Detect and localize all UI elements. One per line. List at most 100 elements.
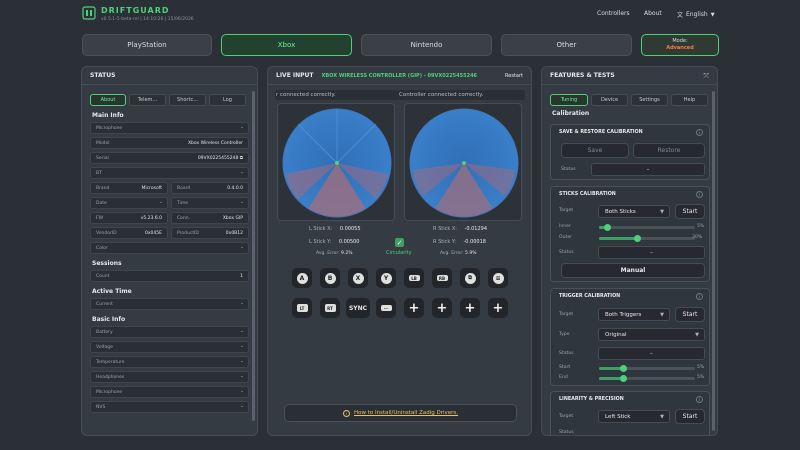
nav-controllers[interactable]: Controllers (597, 10, 630, 17)
field-color: Color – (90, 242, 249, 254)
field-voltage: Voltage – (90, 341, 249, 353)
calibration-heading: Calibration (552, 110, 590, 117)
top-bar: DRIFTGUARD v0.5.1-5-beta-rel | 14:10:26 … (0, 0, 800, 30)
tab-shortcuts[interactable]: Shortc... (169, 94, 206, 106)
save-button[interactable]: Save (561, 143, 629, 158)
right-stick-y-readout: R Stick Y: -0.00018 (433, 239, 486, 245)
manual-button[interactable]: Manual (561, 263, 705, 278)
sessions-heading: Sessions (92, 260, 122, 267)
mode-toggle-button[interactable]: Mode: Advanced (641, 34, 719, 56)
trigger-end-label: End (559, 375, 568, 380)
main-info-heading: Main Info (92, 112, 124, 119)
sticks-status-label: Status (559, 250, 574, 255)
left-stick-x-readout: L Stick X: 0.00055 (309, 226, 361, 232)
linearity-card: LINEARITY & PRECISION i Target Left Stic… (550, 391, 710, 435)
chevron-down-icon: ▼ (710, 11, 715, 18)
tab-settings[interactable]: Settings (631, 94, 668, 106)
tab-help[interactable]: Help (671, 94, 708, 106)
button-x: X (348, 268, 368, 288)
field-microphone-basic: Microphone – (90, 386, 249, 398)
platform-other[interactable]: Other (501, 34, 632, 56)
outer-deadzone-label: Outer (559, 235, 573, 240)
left-avg-error: Avg. Error: 9.2% (316, 251, 353, 256)
inner-deadzone-value: 5% (697, 224, 705, 229)
field-headphones: Headphones – (90, 371, 249, 383)
button-y: Y (376, 268, 396, 288)
zadig-help-link[interactable]: i How to Install/Uninstall Zadig Drivers… (284, 404, 517, 422)
platform-xbox[interactable]: Xbox (221, 34, 352, 56)
field-date: Date – (90, 197, 168, 209)
active-time-heading: Active Time (92, 288, 132, 295)
tab-log[interactable]: Log (209, 94, 246, 106)
tab-device[interactable]: Device (591, 94, 628, 106)
left-stick-plot (282, 108, 392, 218)
info-icon[interactable]: i (696, 191, 703, 198)
field-time: Time – (171, 197, 249, 209)
tab-about[interactable]: About (90, 94, 126, 106)
trigger-type-label: Type (559, 332, 570, 337)
button-lb: LB (404, 268, 424, 288)
trigger-status-label: Status (559, 351, 574, 356)
right-stick-visualizer (404, 103, 522, 221)
trigger-type-select[interactable]: Original ▼ (598, 328, 705, 341)
field-brand: Brand Microsoft (90, 182, 168, 194)
trigger-target-select[interactable]: Both Triggers ▼ (598, 308, 670, 321)
button-lt: LT (292, 298, 312, 318)
outer-deadzone-slider[interactable] (599, 235, 695, 242)
field-vendorid: VendorID 0x045E (90, 227, 168, 239)
circularity-checkbox[interactable]: ✓ (395, 238, 404, 247)
dpad-down-icon: + (432, 298, 452, 318)
field-sessions-count: Count 1 (90, 270, 249, 282)
tab-tuning[interactable]: Tuning (550, 94, 588, 106)
tab-telemetry[interactable]: Telem... (129, 94, 166, 106)
live-input-title: LIVE INPUT (276, 72, 314, 79)
trigger-start-slider[interactable] (599, 365, 695, 372)
dpad-right-icon: + (488, 298, 508, 318)
features-scrollbar[interactable] (712, 91, 715, 431)
inner-deadzone-label: Inner (559, 224, 571, 229)
chevron-down-icon: ▼ (660, 413, 664, 420)
save-restore-title: SAVE & RESTORE CALIBRATION (559, 130, 643, 135)
trigger-end-slider[interactable] (599, 375, 695, 382)
nav-about[interactable]: About (644, 10, 662, 17)
inner-deadzone-slider[interactable] (599, 224, 695, 231)
platform-nintendo[interactable]: Nintendo (361, 34, 492, 56)
field-battery: Battery – (90, 326, 249, 338)
sticks-start-button[interactable]: Start (675, 204, 705, 219)
app-brand: DRIFTGUARD (101, 6, 170, 15)
field-productid: ProductID 0x0B12 (171, 227, 249, 239)
field-model: Model Xbox Wireless Controller (90, 137, 249, 149)
help-link-text: How to Install/Uninstall Zadig Drivers. (353, 410, 459, 416)
field-fw: FW v5.23.6.0 (90, 212, 168, 224)
restart-button[interactable]: Restart (505, 73, 523, 79)
info-icon[interactable]: i (696, 129, 703, 136)
sticks-target-select[interactable]: Both Sticks ▼ (598, 205, 670, 218)
linearity-target-select[interactable]: Left Stick ▼ (598, 410, 670, 423)
live-input-header: LIVE INPUT XBOX WIRELESS CONTROLLER (GIP… (268, 67, 531, 85)
dpad-left-icon: + (460, 298, 480, 318)
info-icon[interactable]: i (696, 396, 703, 403)
button-a: A (292, 268, 312, 288)
chevron-down-icon: ▼ (660, 311, 664, 318)
status-panel: STATUS About Telem... Shortc... Log Main… (81, 66, 258, 436)
language-select[interactable]: 文 English ▼ (677, 10, 715, 19)
copy-icon[interactable]: ⧉ (240, 156, 243, 161)
platform-playstation[interactable]: PlayStation (82, 34, 212, 56)
translate-icon: 文 (677, 12, 684, 19)
trigger-calibration-card: TRIGGER CALIBRATION i Target Both Trigge… (550, 288, 710, 386)
trigger-start-button[interactable]: Start (675, 307, 705, 322)
field-nvs: NVS – (90, 401, 249, 413)
status-scrollbar[interactable] (252, 91, 255, 421)
field-active-current: Current – (90, 298, 249, 310)
connection-status-bar: r connected correctly. Controller connec… (275, 90, 525, 100)
right-stick-x-readout: R Stick X: -0.01294 (433, 226, 488, 232)
basic-info-heading: Basic Info (92, 316, 126, 323)
collapse-icon[interactable]: ⤧ (703, 72, 709, 81)
info-icon[interactable]: i (696, 293, 703, 300)
trigger-start-label: Start (559, 365, 571, 370)
restore-button[interactable]: Restore (633, 143, 705, 158)
button-rb: RB (432, 268, 452, 288)
field-temperature: Temperature – (90, 356, 249, 368)
linearity-start-button[interactable]: Start (675, 409, 705, 424)
sticks-calibration-title: STICKS CALIBRATION (559, 192, 616, 197)
